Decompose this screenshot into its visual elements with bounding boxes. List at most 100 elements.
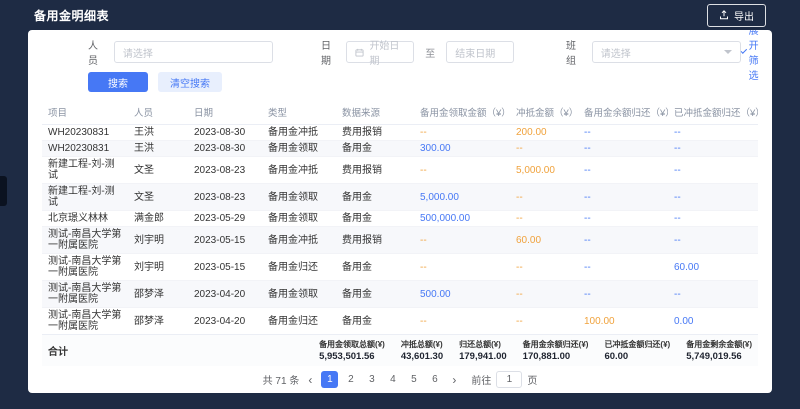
summary-item-label: 备用金剩余金额(¥)	[686, 339, 752, 350]
amount-cell: --	[510, 211, 578, 227]
person-cell: 邵梦泽	[128, 281, 188, 308]
summary-item: 归还总额(¥)179,941.00	[459, 339, 507, 362]
amount-cell: 0.00	[668, 308, 758, 335]
date-cell: 2023-05-15	[188, 227, 262, 254]
date-filter-label: 日期	[321, 37, 339, 67]
table-row[interactable]: 测试-南昌大学第一附属医院邵梦泽2023-04-20备用金归还备用金----10…	[42, 308, 758, 335]
team-select-placeholder: 请选择	[601, 45, 631, 60]
source-cell: 费用报销	[336, 227, 414, 254]
amount-cell: --	[578, 184, 668, 211]
table-row[interactable]: 测试-南昌大学第一附属医院邵梦泽2023-04-20备用金领取备用金500.00…	[42, 281, 758, 308]
export-button-label: 导出	[734, 8, 754, 23]
date-start-input[interactable]: 开始日期	[346, 41, 414, 63]
goto-suffix: 页	[527, 372, 537, 387]
search-button[interactable]: 搜索	[88, 72, 148, 92]
source-cell: 备用金	[336, 281, 414, 308]
table-row[interactable]: 新建工程-刘-测试文圣2023-08-23备用金冲抵费用报销--5,000.00…	[42, 157, 758, 184]
person-select[interactable]: 请选择	[114, 41, 273, 63]
page-number-button[interactable]: 3	[363, 371, 380, 388]
clear-search-button[interactable]: 清空搜索	[158, 72, 222, 92]
page-number-button[interactable]: 4	[384, 371, 401, 388]
column-header: 项目	[42, 100, 128, 125]
prev-page-button[interactable]: ‹	[306, 373, 314, 387]
goto-page-input[interactable]	[496, 371, 522, 388]
amount-cell: --	[578, 227, 668, 254]
table-row[interactable]: 北京璟义林林满金郎2023-05-29备用金领取备用金500,000.00---…	[42, 211, 758, 227]
calendar-icon	[355, 48, 364, 57]
amount-cell: 300.00	[414, 141, 510, 157]
project-cell: 新建工程-刘-测试	[42, 184, 128, 211]
person-select-placeholder: 请选择	[123, 45, 153, 60]
type-cell: 备用金领取	[262, 211, 336, 227]
amount-cell: 60.00	[510, 227, 578, 254]
summary-item-value: 43,601.30	[401, 351, 443, 362]
summary-item: 备用金剩余金额(¥)5,749,019.56	[686, 339, 752, 362]
type-cell: 备用金领取	[262, 184, 336, 211]
person-cell: 刘宇明	[128, 254, 188, 281]
type-cell: 备用金归还	[262, 254, 336, 281]
amount-cell: --	[414, 254, 510, 281]
table-row[interactable]: WH20230831王洪2023-08-30备用金冲抵费用报销--200.00-…	[42, 125, 758, 141]
filter-bar: 人员 请选择 日期 开始日期 至 结束日期 班组 请选择	[42, 40, 758, 64]
date-cell: 2023-05-15	[188, 254, 262, 281]
column-header: 日期	[188, 100, 262, 125]
team-filter-label: 班组	[566, 37, 585, 67]
source-cell: 备用金	[336, 184, 414, 211]
team-select[interactable]: 请选择	[592, 41, 741, 63]
date-end-input[interactable]: 结束日期	[446, 41, 514, 63]
column-header: 冲抵金额（¥）	[510, 100, 578, 125]
summary-item-value: 179,941.00	[459, 351, 507, 362]
amount-cell: --	[414, 308, 510, 335]
person-cell: 王洪	[128, 141, 188, 157]
summary-total-label: 合计	[48, 343, 68, 358]
next-page-button[interactable]: ›	[450, 373, 458, 387]
table-row[interactable]: WH20230831王洪2023-08-30备用金领取备用金300.00----…	[42, 141, 758, 157]
project-cell: 测试-南昌大学第一附属医院	[42, 281, 128, 308]
goto-label: 前往	[471, 372, 491, 387]
amount-cell: --	[414, 125, 510, 141]
column-header: 类型	[262, 100, 336, 125]
chevron-down-icon	[741, 48, 747, 54]
summary-item-label: 已冲抵金额归还(¥)	[604, 339, 670, 350]
amount-cell: 200.00	[510, 125, 578, 141]
summary-item-value: 5,953,501.56	[319, 351, 385, 362]
summary-items: 备用金领取总额(¥)5,953,501.56冲抵总额(¥)43,601.30归还…	[319, 339, 752, 362]
page-number-button[interactable]: 6	[426, 371, 443, 388]
person-cell: 王洪	[128, 125, 188, 141]
summary-item: 备用金余额归还(¥)170,881.00	[523, 339, 589, 362]
summary-item-value: 170,881.00	[523, 351, 589, 362]
person-cell: 文圣	[128, 184, 188, 211]
drawer-collapse-handle[interactable]	[0, 176, 7, 206]
amount-cell: --	[668, 281, 758, 308]
chevron-down-icon	[724, 50, 732, 54]
amount-cell: 5,000.00	[510, 157, 578, 184]
top-bar: 备用金明细表 导出	[0, 0, 800, 30]
page-number-button[interactable]: 5	[405, 371, 422, 388]
person-cell: 刘宇明	[128, 227, 188, 254]
page-number-button[interactable]: 1	[321, 371, 338, 388]
amount-cell: --	[668, 227, 758, 254]
table-row[interactable]: 测试-南昌大学第一附属医院刘宇明2023-05-15备用金归还备用金------…	[42, 254, 758, 281]
type-cell: 备用金冲抵	[262, 227, 336, 254]
table-header-row: 项目人员日期类型数据来源备用金领取金额（¥）冲抵金额（¥）备用金余额归还（¥）已…	[42, 100, 758, 125]
date-cell: 2023-04-20	[188, 281, 262, 308]
column-header: 人员	[128, 100, 188, 125]
goto-page-group: 前往 页	[471, 371, 537, 388]
summary-item-label: 备用金余额归还(¥)	[523, 339, 589, 350]
project-cell: 北京璟义林林	[42, 211, 128, 227]
amount-cell: --	[668, 157, 758, 184]
amount-cell: 5,000.00	[414, 184, 510, 211]
table-row[interactable]: 新建工程-刘-测试文圣2023-08-23备用金领取备用金5,000.00---…	[42, 184, 758, 211]
date-separator: 至	[425, 45, 435, 60]
export-button[interactable]: 导出	[707, 4, 766, 27]
type-cell: 备用金冲抵	[262, 157, 336, 184]
page-number-button[interactable]: 2	[342, 371, 359, 388]
table-row[interactable]: 测试-南昌大学第一附属医院刘宇明2023-05-15备用金冲抵费用报销--60.…	[42, 227, 758, 254]
source-cell: 备用金	[336, 141, 414, 157]
project-cell: 测试-南昌大学第一附属医院	[42, 254, 128, 281]
amount-cell: --	[510, 254, 578, 281]
summary-item-value: 5,749,019.56	[686, 351, 752, 362]
amount-cell: --	[668, 211, 758, 227]
amount-cell: --	[510, 308, 578, 335]
page-number-group: 123456	[321, 371, 443, 388]
